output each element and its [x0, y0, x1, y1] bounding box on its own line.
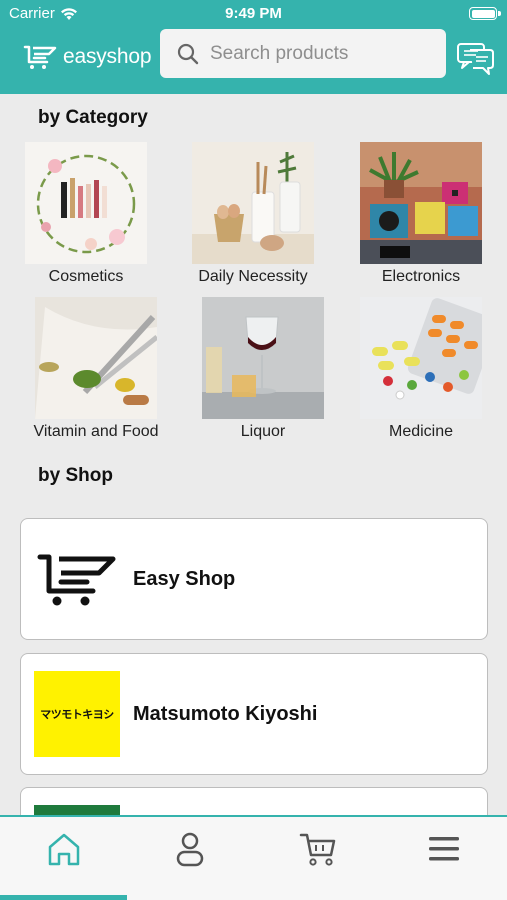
category-section-title: by Category	[38, 107, 148, 128]
easyshop-logo-icon	[23, 45, 57, 69]
shop-name: Matsumoto Kiyoshi	[133, 702, 318, 725]
category-electronics[interactable]: Electronics	[341, 142, 501, 286]
status-time: 9:49 PM	[225, 5, 282, 22]
tab-bar	[0, 815, 507, 900]
shop-card-easy-shop[interactable]: Easy Shop	[20, 518, 488, 640]
liquor-photo	[202, 297, 324, 419]
menu-icon[interactable]	[424, 829, 464, 869]
matsukiyo-logo: マツモトキヨシ	[34, 671, 120, 757]
shop-section-title: by Shop	[38, 465, 113, 486]
electronics-photo	[360, 142, 482, 264]
search-bar[interactable]	[160, 29, 446, 78]
profile-icon[interactable]	[170, 829, 210, 869]
category-label: Cosmetics	[48, 268, 124, 285]
shop-name: Easy Shop	[133, 567, 236, 590]
battery-icon	[469, 7, 501, 20]
easyshop-cart-logo	[34, 536, 120, 622]
shop-card-matsumoto-kiyoshi[interactable]: マツモトキヨシ Matsumoto Kiyoshi	[20, 653, 488, 775]
vitamin-food-photo	[35, 297, 157, 419]
category-vitamin-food[interactable]: Vitamin and Food	[16, 297, 176, 441]
category-cosmetics[interactable]: Cosmetics	[6, 142, 166, 286]
home-icon[interactable]	[44, 829, 84, 869]
cart-icon[interactable]	[298, 829, 338, 869]
cosmetics-photo	[25, 142, 147, 264]
app-header: Carrier 9:49 PM easyshop	[0, 0, 507, 94]
category-label: Liquor	[240, 423, 286, 440]
shop-logo-partial	[34, 805, 120, 815]
category-medicine[interactable]: Medicine	[341, 297, 501, 441]
logo-text: easyshop	[63, 45, 152, 68]
daily-necessity-photo	[192, 142, 314, 264]
status-bar: Carrier 9:49 PM	[0, 0, 507, 28]
active-tab-indicator	[0, 895, 127, 900]
medicine-photo	[360, 297, 482, 419]
category-label: Medicine	[388, 423, 454, 440]
category-label: Daily Necessity	[198, 268, 308, 285]
app-logo[interactable]: easyshop	[23, 44, 151, 70]
category-label: Vitamin and Food	[33, 423, 159, 440]
category-liquor[interactable]: Liquor	[183, 297, 343, 441]
category-label: Electronics	[381, 268, 461, 285]
search-input[interactable]	[210, 42, 430, 65]
chat-bubbles-icon[interactable]	[456, 40, 496, 78]
search-icon	[176, 42, 200, 66]
category-daily-necessity[interactable]: Daily Necessity	[173, 142, 333, 286]
